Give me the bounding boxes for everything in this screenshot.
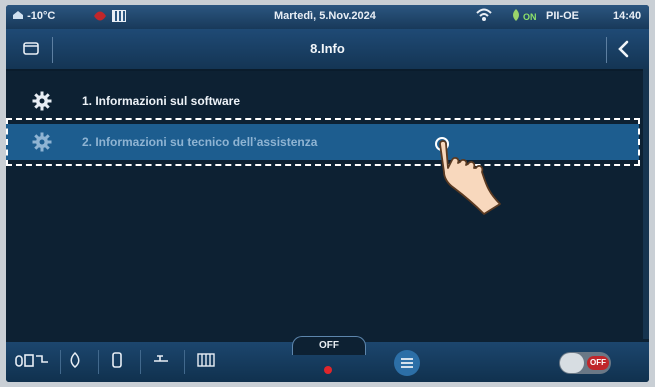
mode-label: PII-OE bbox=[546, 10, 580, 22]
tap-hand-icon bbox=[435, 137, 501, 215]
divider bbox=[184, 350, 185, 374]
status-bar: -10°C Martedì, 5.Nov.2024 ON PII-OE 14:4… bbox=[6, 5, 649, 29]
divider bbox=[140, 350, 141, 374]
controller-screen: -10°C Martedì, 5.Nov.2024 ON PII-OE 14:4… bbox=[6, 5, 649, 382]
status-led bbox=[324, 366, 332, 374]
clock-label: 14:40 bbox=[613, 10, 642, 22]
flame-button[interactable] bbox=[64, 351, 86, 372]
menu-item-software-info[interactable]: 1. Informazioni sul software bbox=[6, 83, 639, 119]
page-title: 8.Info bbox=[310, 41, 345, 56]
title-bar: 8.Info bbox=[6, 29, 649, 71]
toggle-knob bbox=[560, 353, 584, 373]
gear-icon bbox=[32, 91, 52, 111]
temperature-value: -10°C bbox=[27, 10, 56, 22]
off-status-tab: OFF bbox=[292, 336, 366, 355]
on-label: ON bbox=[523, 12, 537, 22]
wifi-icon bbox=[476, 8, 492, 25]
hamburger-icon bbox=[401, 358, 413, 368]
divider bbox=[60, 350, 61, 374]
scrollbar[interactable] bbox=[643, 69, 649, 339]
radiator-button[interactable] bbox=[194, 352, 218, 372]
house-icon bbox=[13, 11, 23, 19]
heating-mode-button[interactable] bbox=[14, 352, 50, 372]
divider bbox=[98, 350, 99, 374]
menu-button[interactable] bbox=[394, 350, 420, 376]
tank-icon bbox=[112, 352, 122, 368]
water-tap-icon bbox=[154, 355, 168, 362]
alarm-icon bbox=[92, 8, 132, 27]
divider bbox=[606, 37, 607, 63]
menu-item-label: 1. Informazioni sul software bbox=[82, 94, 241, 108]
flame-icon bbox=[511, 8, 521, 25]
flame-icon bbox=[70, 351, 80, 368]
outdoor-temperature: -10°C bbox=[12, 10, 55, 22]
toggle-off-label: OFF bbox=[587, 356, 609, 370]
tank-button[interactable] bbox=[106, 352, 128, 372]
back-button[interactable] bbox=[614, 39, 638, 61]
tap-button[interactable] bbox=[149, 352, 173, 372]
selection-highlight bbox=[6, 118, 640, 166]
heating-mode-icon bbox=[15, 354, 48, 367]
power-toggle[interactable]: OFF bbox=[559, 352, 611, 374]
radiator-icon bbox=[197, 353, 215, 367]
date-label: Martedì, 5.Nov.2024 bbox=[274, 10, 376, 22]
chevron-left-icon bbox=[618, 40, 629, 58]
device-frame: -10°C Martedì, 5.Nov.2024 ON PII-OE 14:4… bbox=[0, 0, 655, 387]
